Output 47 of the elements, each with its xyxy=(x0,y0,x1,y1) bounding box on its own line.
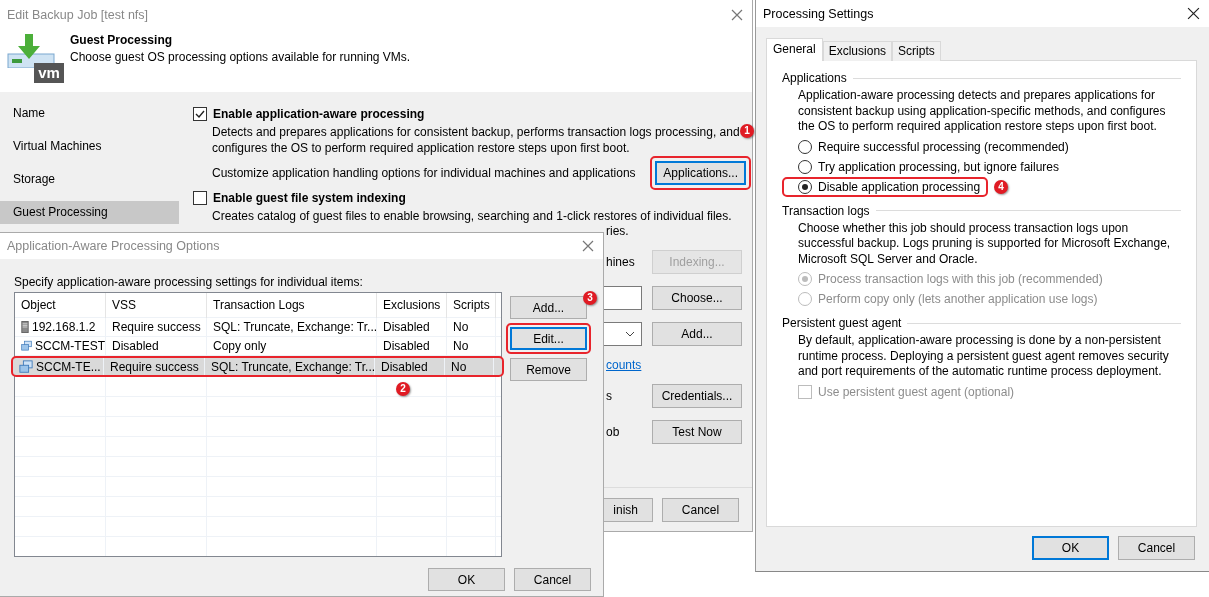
checkbox-label: Enable application-aware processing xyxy=(213,107,425,121)
table-cell: SQL: Truncate, Exchange: Tr... xyxy=(207,318,377,336)
vm-badge: vm xyxy=(34,63,64,83)
option-label: ob xyxy=(606,425,621,439)
option-label: Process transaction logs with this job (recommended) xyxy=(818,272,1103,286)
option-label: hines xyxy=(606,255,636,269)
table-cell: SQL: Truncate, Exchange: Tr... xyxy=(205,358,375,375)
description-text: ries. xyxy=(606,224,630,238)
table-cell: Copy only xyxy=(207,337,377,355)
table-cell: SCCM-TE... xyxy=(13,358,104,375)
callout-badge: 2 xyxy=(396,382,410,396)
description-text: Customize application handling options for individual machines and applications xyxy=(212,166,636,180)
description-text: Detects and prepares applications for consistent backup, performs transaction logs processing, and configures the OS to perform required application restore steps upon first boot. xyxy=(212,124,741,156)
table-cell: No xyxy=(445,358,494,375)
group-heading: Persistent guest agent xyxy=(782,316,902,330)
callout-badge: 3 xyxy=(583,291,597,305)
option-label: Use persistent guest agent (optional) xyxy=(818,384,1015,399)
window-title: Edit Backup Job [test nfs] xyxy=(7,8,150,22)
table-cell: Disabled xyxy=(375,358,445,375)
table-cell: Disabled xyxy=(106,337,207,355)
group-heading: Applications xyxy=(782,71,847,85)
window-title: Processing Settings xyxy=(763,6,875,21)
instruction-text: Specify application-aware processing settings for individual items: xyxy=(14,274,364,290)
table-cell: Disabled xyxy=(377,337,447,355)
window-title: Application-Aware Processing Options xyxy=(7,239,221,253)
checkbox-label: Enable guest file system indexing xyxy=(213,191,406,205)
option-label: s xyxy=(606,389,613,403)
description-text: Application-aware processing detects and prepares applications for consistent backup using application-specific methods, and configures the OS to perform required application restore steps upon first boot. xyxy=(798,88,1167,135)
option-label: Try application processing, but ignore failures xyxy=(818,159,1059,174)
table-cell: Disabled xyxy=(377,318,447,336)
table-cell: 192.168.1.2 xyxy=(15,318,106,336)
table-cell: Require success xyxy=(104,358,205,375)
group-heading: Transaction logs xyxy=(782,203,870,218)
table-cell: No xyxy=(447,337,496,355)
table-cell: No xyxy=(447,318,496,336)
callout-badge: 4 xyxy=(994,179,1009,194)
option-label: Require successful processing (recommended) xyxy=(818,139,1069,154)
callout-badge: 1 xyxy=(740,124,754,138)
description-text: By default, application-aware processing is done by a non-persistent runtime process. Deploying a persistent guest agent removes security and port requirements of the automatic runtime process deployment. xyxy=(798,333,1170,380)
table-cell: Require success xyxy=(106,318,207,336)
description-text: Choose whether this job should process transaction logs upon successful backup. Logs pruning is supported for Microsoft Exchange, Microsoft SQL Server and Oracle. xyxy=(798,220,1172,267)
page-subtitle: Choose guest OS processing options available for running VMs. xyxy=(70,50,411,64)
description-text: Creates catalog of guest files to enable browsing, searching and 1-click restores of individual files. xyxy=(212,208,733,224)
page-title: Guest Processing xyxy=(70,33,174,47)
option-label: Disable application processing xyxy=(818,179,981,194)
option-label: Perform copy only (lets another application use logs) xyxy=(818,292,1098,306)
table-cell: SCCM-TEST xyxy=(15,337,106,355)
